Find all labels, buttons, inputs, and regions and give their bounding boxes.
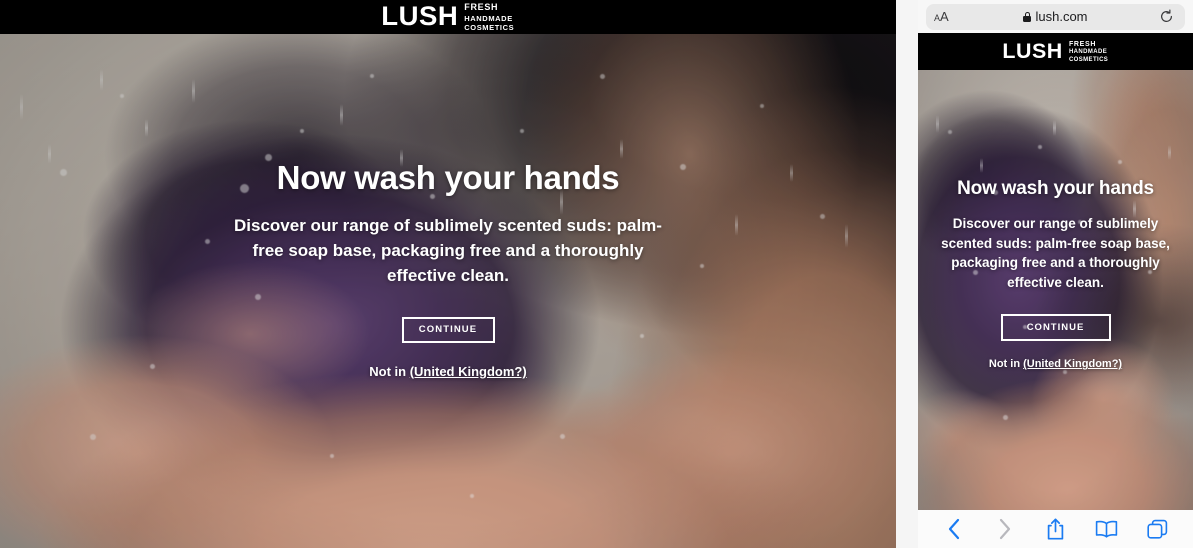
safari-address-bar[interactable]: AA lush.com [926,3,1185,30]
back-button[interactable] [938,514,970,544]
mobile-site-header: LUSH FRESH HANDMADE COSMETICS [918,33,1193,70]
tagline-line-1: FRESH [464,2,499,13]
mobile-change-region-link[interactable]: (United Kingdom?) [1023,358,1122,370]
text-size-large-a: A [940,9,949,24]
lush-tagline: FRESH HANDMADE COSMETICS [464,1,514,33]
mobile-lush-wordmark: LUSH [1002,40,1063,63]
screenshot-root: LUSH FRESH HANDMADE COSMETICS Now wash y… [0,0,1193,548]
mobile-safari-panel: AA lush.com LUSH FRESH HANDMADE COSMETIC… [918,0,1193,548]
tagline-line-2: HANDMADE [464,13,513,23]
mobile-hero-subcopy: Discover our range of sublimely scented … [941,216,1170,290]
safari-bottom-toolbar [918,510,1193,548]
site-header: LUSH FRESH HANDMADE COSMETICS [0,0,896,34]
mobile-region-notice: Not in (United Kingdom?) [989,358,1122,370]
hero-subcopy: Discover our range of sublimely scented … [234,216,662,285]
mobile-continue-button[interactable]: CONTINUE [1000,314,1111,342]
book-icon [1095,520,1118,538]
share-button[interactable] [1040,514,1072,544]
lush-wordmark: LUSH [380,1,459,32]
chevron-left-icon [948,518,959,540]
region-notice-prefix: Not in [369,363,410,379]
tabs-button[interactable] [1142,514,1174,544]
address-bar-url-group: lush.com [926,9,1185,24]
desktop-browser-panel: LUSH FRESH HANDMADE COSMETICS Now wash y… [0,0,896,548]
mobile-lush-tagline: FRESH HANDMADE COSMETICS [1069,39,1108,65]
hero-headline: Now wash your hands [276,159,620,196]
safari-address-bar-container: AA lush.com [918,0,1193,33]
address-bar-url: lush.com [1035,9,1088,24]
continue-button[interactable]: CONTINUE [401,316,495,343]
lush-logo[interactable]: LUSH FRESH HANDMADE COSMETICS [380,1,515,33]
reload-icon[interactable] [1155,9,1177,24]
hero-overlay-content: Now wash your hands Discover our range o… [0,0,896,548]
text-size-icon[interactable]: AA [934,10,949,23]
mobile-region-notice-prefix: Not in [988,358,1024,371]
share-icon [1047,518,1064,540]
region-notice: Not in (United Kingdom?) [369,364,526,379]
tagline-line-3: COSMETICS [464,23,515,33]
lock-icon [1023,11,1032,22]
mobile-viewport: LUSH FRESH HANDMADE COSMETICS Now wash y… [918,33,1193,510]
mobile-lush-logo[interactable]: LUSH FRESH HANDMADE COSMETICS [1002,39,1108,65]
mobile-hero-headline: Now wash your hands [957,178,1154,199]
mobile-tagline-line-1: FRESH [1068,40,1097,48]
mobile-hero-overlay-content: Now wash your hands Discover our range o… [918,33,1193,510]
change-region-link[interactable]: (United Kingdom?) [410,364,527,379]
bookmarks-button[interactable] [1091,514,1123,544]
mobile-tagline-line-3: COSMETICS [1068,56,1109,63]
tabs-icon [1147,519,1168,539]
mobile-tagline-line-2: HANDMADE [1068,48,1108,55]
chevron-right-icon [999,518,1010,540]
forward-button[interactable] [989,514,1021,544]
